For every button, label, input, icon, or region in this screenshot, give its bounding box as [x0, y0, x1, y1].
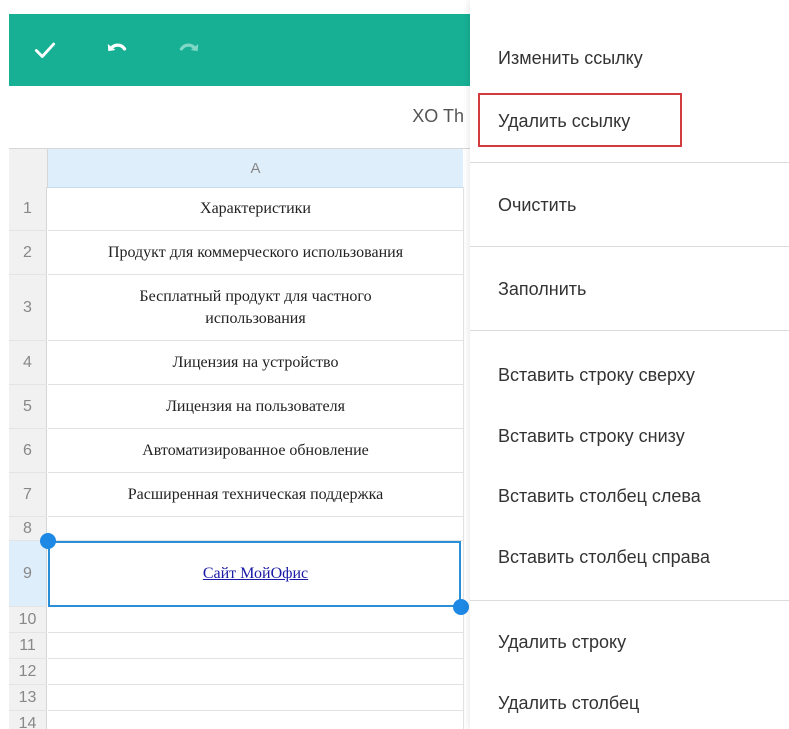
menu-item-delete-row[interactable]: Удалить строку — [498, 632, 626, 653]
document-title-bar: XO Th — [9, 86, 470, 149]
row-header[interactable]: 2 — [9, 231, 47, 275]
row-header[interactable]: 14 — [9, 711, 47, 729]
row-header[interactable]: 4 — [9, 341, 47, 385]
cell-a8[interactable] — [48, 517, 463, 541]
row-header[interactable]: 3 — [9, 275, 47, 341]
row-header[interactable]: 7 — [9, 473, 47, 517]
menu-item-delete-column[interactable]: Удалить столбец — [498, 693, 639, 714]
undo-button[interactable] — [99, 32, 135, 68]
selection-handle-end[interactable] — [453, 599, 469, 615]
cell-a3[interactable]: Бесплатный продукт для частного использо… — [48, 275, 463, 341]
row-header[interactable]: 1 — [9, 187, 47, 231]
redo-icon — [179, 43, 199, 52]
cell-a2[interactable]: Продукт для коммерческого использования — [48, 231, 463, 275]
column-header-a[interactable]: A — [48, 149, 463, 188]
column-header-label: A — [250, 159, 261, 177]
cell-a9[interactable]: Сайт МойОфис — [48, 541, 463, 607]
check-icon — [34, 42, 56, 58]
undo-icon — [107, 43, 127, 52]
cell-a5[interactable]: Лицензия на пользователя — [48, 385, 463, 429]
menu-separator — [470, 330, 789, 331]
redo-button[interactable] — [171, 32, 207, 68]
menu-item-insert-column-right[interactable]: Вставить столбец справа — [498, 547, 710, 568]
row-header[interactable]: 10 — [9, 607, 47, 633]
menu-item-fill[interactable]: Заполнить — [498, 279, 586, 300]
column-gridline — [463, 187, 464, 729]
cell-a4[interactable]: Лицензия на устройство — [48, 341, 463, 385]
cell-a11[interactable] — [48, 633, 463, 659]
hyperlink[interactable]: Сайт МойОфис — [203, 563, 308, 585]
cell-a12[interactable] — [48, 659, 463, 685]
row-header-selected[interactable]: 9 — [9, 541, 47, 607]
cell-a7[interactable]: Расширенная техническая поддержка — [48, 473, 463, 517]
menu-separator — [470, 246, 789, 247]
menu-separator — [470, 600, 789, 601]
menu-item-insert-column-left[interactable]: Вставить столбец слева — [498, 486, 701, 507]
menu-item-insert-row-below[interactable]: Вставить строку снизу — [498, 426, 685, 447]
select-all-corner[interactable] — [9, 149, 48, 188]
menu-item-clear[interactable]: Очистить — [498, 195, 576, 216]
row-header[interactable]: 6 — [9, 429, 47, 473]
editor-toolbar — [9, 14, 470, 86]
cell-a13[interactable] — [48, 685, 463, 711]
document-title: XO Th — [412, 106, 464, 126]
menu-separator — [470, 162, 789, 163]
row-header[interactable]: 5 — [9, 385, 47, 429]
selection-handle-start[interactable] — [40, 533, 56, 549]
row-header[interactable]: 11 — [9, 633, 47, 659]
menu-item-remove-link[interactable]: Удалить ссылку — [498, 111, 630, 132]
row-header[interactable]: 13 — [9, 685, 47, 711]
cell-a1[interactable]: Характеристики — [48, 187, 463, 231]
spreadsheet-grid[interactable]: A 1 2 3 4 5 6 7 8 9 10 11 12 13 14 Харак… — [9, 149, 470, 729]
cell-a14[interactable] — [48, 711, 463, 729]
menu-item-edit-link[interactable]: Изменить ссылку — [498, 48, 643, 69]
row-header[interactable]: 12 — [9, 659, 47, 685]
cell-a6[interactable]: Автоматизированное обновление — [48, 429, 463, 473]
context-menu: Изменить ссылку Удалить ссылку Очистить … — [470, 0, 789, 729]
cell-a10[interactable] — [48, 607, 463, 633]
menu-item-insert-row-above[interactable]: Вставить строку сверху — [498, 365, 695, 386]
confirm-button[interactable] — [27, 32, 63, 68]
